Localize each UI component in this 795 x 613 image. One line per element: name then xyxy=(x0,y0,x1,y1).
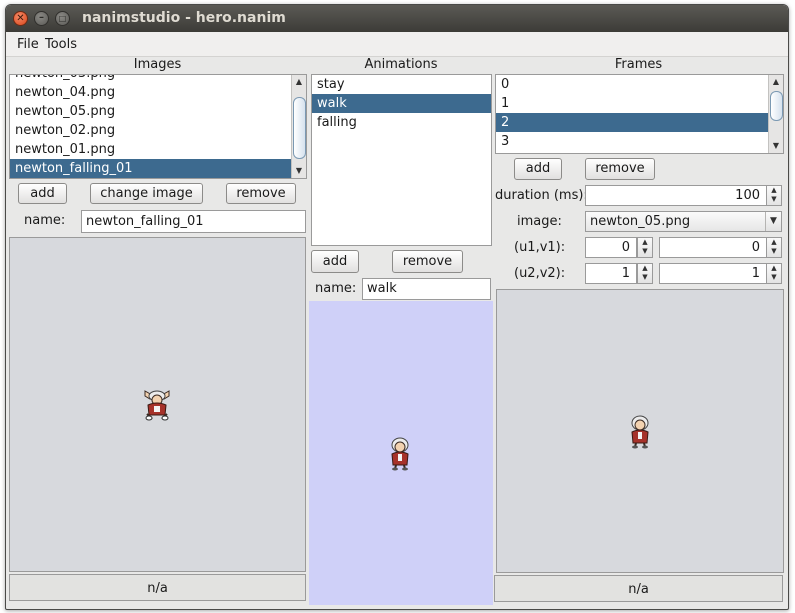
newton-frame-sprite xyxy=(631,415,649,449)
scroll-down-icon[interactable]: ▼ xyxy=(769,139,783,153)
u2-spinner[interactable]: ▲ ▼ xyxy=(637,263,653,284)
animation-preview-panel xyxy=(309,301,493,605)
image-name-label: name: xyxy=(24,213,66,228)
v1-spinner[interactable]: ▲ ▼ xyxy=(766,237,782,258)
scroll-thumb[interactable] xyxy=(293,97,306,159)
image-list-item[interactable]: newton_01.png xyxy=(10,140,292,159)
image-list-item[interactable]: newton_05.png xyxy=(10,102,292,121)
menu-bar: File Tools xyxy=(6,32,788,57)
animation-list-item[interactable]: falling xyxy=(312,113,491,132)
spin-down-icon[interactable]: ▼ xyxy=(638,273,652,282)
animations-list[interactable]: stay walk falling xyxy=(311,74,492,246)
u1-spinner[interactable]: ▲ ▼ xyxy=(637,237,653,258)
animation-list-item-selected[interactable]: walk xyxy=(312,94,491,113)
title-bar: ✕ – □ nanimstudio - hero.nanim xyxy=(6,5,788,32)
minimize-window-icon[interactable]: – xyxy=(34,11,49,26)
add-frame-button[interactable]: add xyxy=(514,158,562,180)
image-list-item[interactable]: newton_03.png xyxy=(10,75,292,83)
frame-image-label: image: xyxy=(517,214,562,229)
animation-list-item[interactable]: stay xyxy=(312,75,491,94)
remove-frame-button[interactable]: remove xyxy=(585,158,655,180)
scroll-up-icon[interactable]: ▲ xyxy=(292,75,306,89)
animation-name-field[interactable]: walk xyxy=(362,278,491,300)
spin-down-icon[interactable]: ▼ xyxy=(767,273,781,282)
duration-spinner[interactable]: ▲ ▼ xyxy=(766,185,782,206)
image-list-item[interactable]: newton_04.png xyxy=(10,83,292,102)
animation-name-label: name: xyxy=(315,281,357,296)
spin-down-icon[interactable]: ▼ xyxy=(767,247,781,256)
dropdown-arrow-icon[interactable]: ▼ xyxy=(765,212,781,231)
v1-field[interactable]: 0 xyxy=(659,237,767,258)
window-title: nanimstudio - hero.nanim xyxy=(82,10,286,26)
spin-up-icon[interactable]: ▲ xyxy=(638,238,652,247)
image-list-item-selected[interactable]: newton_falling_01 xyxy=(10,159,292,178)
add-image-button[interactable]: add xyxy=(18,183,67,204)
app-window: ✕ – □ nanimstudio - hero.nanim File Tool… xyxy=(5,4,789,610)
spin-up-icon[interactable]: ▲ xyxy=(767,238,781,247)
images-list[interactable]: newton_03.png newton_04.png newton_05.pn… xyxy=(9,74,307,179)
frame-list-item-selected[interactable]: 2 xyxy=(496,113,769,132)
images-header: Images xyxy=(133,57,182,72)
image-status: n/a xyxy=(9,574,306,601)
menu-file[interactable]: File xyxy=(17,37,39,52)
scroll-thumb[interactable] xyxy=(770,91,783,121)
scroll-up-icon[interactable]: ▲ xyxy=(769,75,783,89)
close-window-icon[interactable]: ✕ xyxy=(13,11,28,26)
maximize-window-icon[interactable]: □ xyxy=(55,11,70,26)
newton-falling-sprite xyxy=(144,390,170,421)
menu-tools[interactable]: Tools xyxy=(45,37,77,52)
image-list-item[interactable]: newton_02.png xyxy=(10,121,292,140)
remove-animation-button[interactable]: remove xyxy=(392,250,463,273)
spin-up-icon[interactable]: ▲ xyxy=(767,186,781,195)
add-animation-button[interactable]: add xyxy=(311,250,359,273)
image-preview-panel xyxy=(9,237,306,572)
frames-list-scrollbar[interactable]: ▲ ▼ xyxy=(768,75,783,153)
frame-image-value: newton_05.png xyxy=(590,214,691,229)
spin-up-icon[interactable]: ▲ xyxy=(767,264,781,273)
u2-field[interactable]: 1 xyxy=(585,263,637,284)
change-image-button[interactable]: change image xyxy=(90,183,203,204)
uv2-label: (u2,v2): xyxy=(514,266,566,281)
frame-list-item[interactable]: 3 xyxy=(496,132,769,151)
remove-image-button[interactable]: remove xyxy=(226,183,296,204)
animations-header: Animations xyxy=(364,57,438,72)
scroll-down-icon[interactable]: ▼ xyxy=(292,164,306,178)
frames-header: Frames xyxy=(614,57,663,72)
image-name-field[interactable]: newton_falling_01 xyxy=(81,210,306,233)
v2-spinner[interactable]: ▲ ▼ xyxy=(766,263,782,284)
frames-list[interactable]: 0 1 2 3 ▲ ▼ xyxy=(495,74,784,154)
duration-field[interactable]: 100 xyxy=(585,185,767,206)
spin-down-icon[interactable]: ▼ xyxy=(767,195,781,204)
frame-preview-panel xyxy=(496,289,784,573)
uv1-label: (u1,v1): xyxy=(514,240,566,255)
frame-image-select[interactable]: newton_05.png ▼ xyxy=(585,211,782,232)
duration-label: duration (ms): xyxy=(495,188,588,203)
frame-list-item[interactable]: 0 xyxy=(496,75,769,94)
u1-field[interactable]: 0 xyxy=(585,237,637,258)
newton-walk-sprite xyxy=(391,437,409,471)
v2-field[interactable]: 1 xyxy=(659,263,767,284)
spin-down-icon[interactable]: ▼ xyxy=(638,247,652,256)
frame-status: n/a xyxy=(494,575,783,602)
images-list-scrollbar[interactable]: ▲ ▼ xyxy=(291,75,306,178)
frame-list-item[interactable]: 1 xyxy=(496,94,769,113)
spin-up-icon[interactable]: ▲ xyxy=(638,264,652,273)
